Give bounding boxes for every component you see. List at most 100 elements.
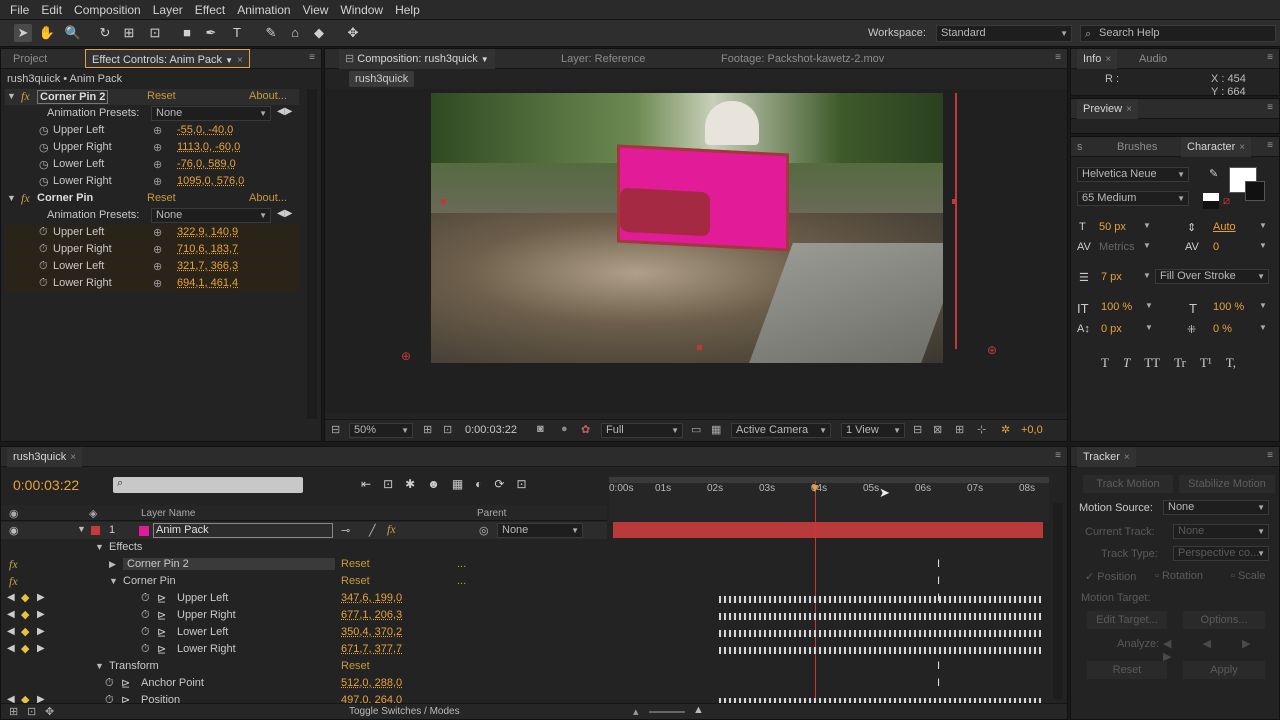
timeline-property-row[interactable]: ◀ ◆ ▶ ⏱ ⊵ Upper Right 677,1, 206,3 [1,608,607,625]
safe-zones-icon[interactable]: ⊞ [423,423,432,436]
effect-property-row[interactable]: ◷ Lower Left ⊕ -76,0, 589,0 [5,157,299,173]
shy-switch-icon[interactable]: ⊸ [341,524,350,537]
stopwatch-icon[interactable]: ⏱ [141,609,150,622]
layer-row[interactable]: ◉ ▼ 1 Anim Pack ⊸ ╱ fx ◎ None ▼ [1,522,607,539]
selection-tool-icon[interactable]: ➤ [14,24,32,42]
property-value[interactable]: 350,4, 370,2 [341,626,402,638]
keyframe-icon[interactable]: ◆ [21,625,29,638]
menu-window[interactable]: Window [334,0,389,20]
effect-header[interactable]: ▼ fx Corner Pin 2 Reset About... [5,89,299,105]
no-color-icon[interactable]: ⧄ [1223,195,1230,208]
effect-header[interactable]: ▼ fx Corner Pin Reset About... [5,191,299,207]
expand-chevron-down-icon[interactable]: ▼ [95,542,104,552]
font-family-dropdown[interactable]: Helvetica Neue ▼ [1077,167,1189,182]
graph-icon[interactable]: ⊵ [157,626,166,639]
keyframe-strip[interactable] [719,647,1041,654]
rotate-tool-icon[interactable]: ↻ [96,24,114,42]
effect-property-row[interactable]: ⏱ Lower Right ⊕ 694,1, 461,4 [5,276,299,292]
motion-source-dropdown[interactable]: None ▼ [1163,500,1269,515]
superscript-button[interactable]: T¹ [1200,355,1212,371]
track-type-dropdown[interactable]: Perspective co... ▼ [1173,546,1269,561]
effect-property-row[interactable]: ⏱ Upper Right ⊕ 710,6, 183,7 [5,242,299,258]
crosshair-icon[interactable]: ⊕ [153,124,162,137]
tab-timeline-comp[interactable]: rush3quick × [7,447,83,467]
tab-info[interactable]: Info × [1077,49,1118,69]
property-value[interactable]: 321,7, 366,3 [177,260,238,272]
effects-switch-icon[interactable]: fx [387,522,396,537]
graph-editor-icon[interactable]: ⟳ [494,477,504,491]
font-style-dropdown[interactable]: 65 Medium ▼ [1077,191,1189,206]
tab-character[interactable]: Character × [1181,137,1252,157]
zoom-slider[interactable] [649,711,685,713]
snapshot-icon[interactable]: ◙ [537,423,544,435]
stopwatch-icon[interactable]: ⏱ [39,260,48,273]
expand-chevron-down-icon[interactable]: ▼ [7,91,16,101]
black-swatch[interactable] [1203,201,1219,209]
chevron-down-icon[interactable]: ▼ [1143,271,1151,280]
effect-about-link[interactable]: About... [249,192,287,204]
close-icon[interactable]: × [1124,452,1130,463]
zoom-tool-icon[interactable]: 🔍 [64,24,82,42]
stroke-color-swatch[interactable] [1245,181,1265,201]
puppet-tool-icon[interactable]: ✥ [344,24,362,42]
transparency-grid-icon[interactable]: ▦ [711,423,721,436]
toggle-panes-icon[interactable]: ⊞ [9,705,18,718]
keyframe-navigator-icon[interactable]: ▶ [37,609,45,620]
small-caps-button[interactable]: Tr [1174,355,1186,371]
analyze-buttons[interactable]: ◀ ◀ ▶ ▶ [1163,637,1279,663]
property-value[interactable]: 671,7, 377,7 [341,643,402,655]
timeline-search-input[interactable]: ⌕ [113,477,303,493]
layer-marker-icon[interactable]: I [937,592,940,604]
tab-preview[interactable]: Preview × [1077,99,1138,119]
close-icon[interactable]: × [1126,104,1132,115]
chevron-down-icon[interactable]: ▼ [1259,241,1267,250]
control-point-icon[interactable] [441,199,446,204]
expand-chevron-down-icon[interactable]: ▼ [7,193,16,203]
timeline-property-row[interactable]: fx ▶ Corner Pin 2 Reset... [1,557,607,574]
comp-viewer[interactable]: ⊕ ⊕ [325,89,1067,413]
tab-tracker[interactable]: Tracker × [1077,447,1136,467]
timeline-property-row[interactable]: ▼ Effects [1,540,607,557]
preset-nav-icon[interactable]: ◀▶ [277,106,292,117]
menu-effect[interactable]: Effect [189,0,231,20]
chevron-down-icon[interactable]: ▼ [1145,301,1153,310]
timeline-property-row[interactable]: ◀ ◆ ▶ ⏱ ⊵ Upper Left 347,6, 199,0 [1,591,607,608]
effect-reset-link[interactable]: Reset [147,90,176,102]
keyframe-navigator-icon[interactable]: ▶ [37,592,45,603]
workspace-dropdown[interactable]: Standard ▼ [936,25,1072,42]
font-size-value[interactable]: 50 px [1099,221,1126,233]
keyframe-strip[interactable] [719,596,1041,603]
graph-icon[interactable]: ⊵ [121,677,130,690]
effect-about-link[interactable]: About... [249,90,287,102]
property-value[interactable]: 694,1, 461,4 [177,277,238,289]
keyframe-navigator-icon[interactable]: ◀ [7,609,15,620]
effect-name[interactable]: Corner Pin 2 [37,90,109,104]
graph-icon[interactable]: ⊵ [157,643,166,656]
subscript-button[interactable]: T, [1226,355,1236,371]
tsume-value[interactable]: 0 % [1213,323,1232,335]
panel-menu-icon[interactable]: ≡ [1267,52,1273,63]
graph-icon[interactable]: ⊡ [516,477,526,491]
current-track-dropdown[interactable]: None ▼ [1173,524,1269,539]
close-icon[interactable]: × [70,452,76,463]
time-ruler[interactable]: 0:00s 01s 02s 03s 04s 05s 06s 07s 08s [609,475,1049,521]
baseline-shift-value[interactable]: 0 px [1101,323,1122,335]
tracker-reset-button[interactable]: Reset [1087,661,1167,679]
tracking-value[interactable]: 0 [1213,241,1219,253]
layer-marker-icon[interactable]: I [937,677,940,689]
menu-view[interactable]: View [297,0,335,20]
position-checkbox[interactable]: ✓ Position [1085,570,1136,583]
property-value[interactable]: Reset [341,575,370,587]
tab-paragraph[interactable]: s [1071,137,1089,157]
property-value[interactable]: 322,9, 140,9 [177,226,238,238]
chevron-down-icon[interactable]: ▼ [1259,301,1267,310]
keyframe-navigator-icon[interactable]: ◀ [7,626,15,637]
layer-marker-icon[interactable]: I [937,558,940,570]
eraser-tool-icon[interactable]: ◆ [310,24,328,42]
crosshair-icon[interactable]: ⊕ [153,175,162,188]
stopwatch-icon[interactable]: ⏱ [141,592,150,605]
scale-checkbox[interactable]: ▫ Scale [1231,570,1266,582]
panel-menu-icon[interactable]: ≡ [309,52,315,63]
current-time-display[interactable]: 0:00:03:22 [465,424,517,436]
exposure-icon[interactable]: ✲ [1001,423,1010,436]
